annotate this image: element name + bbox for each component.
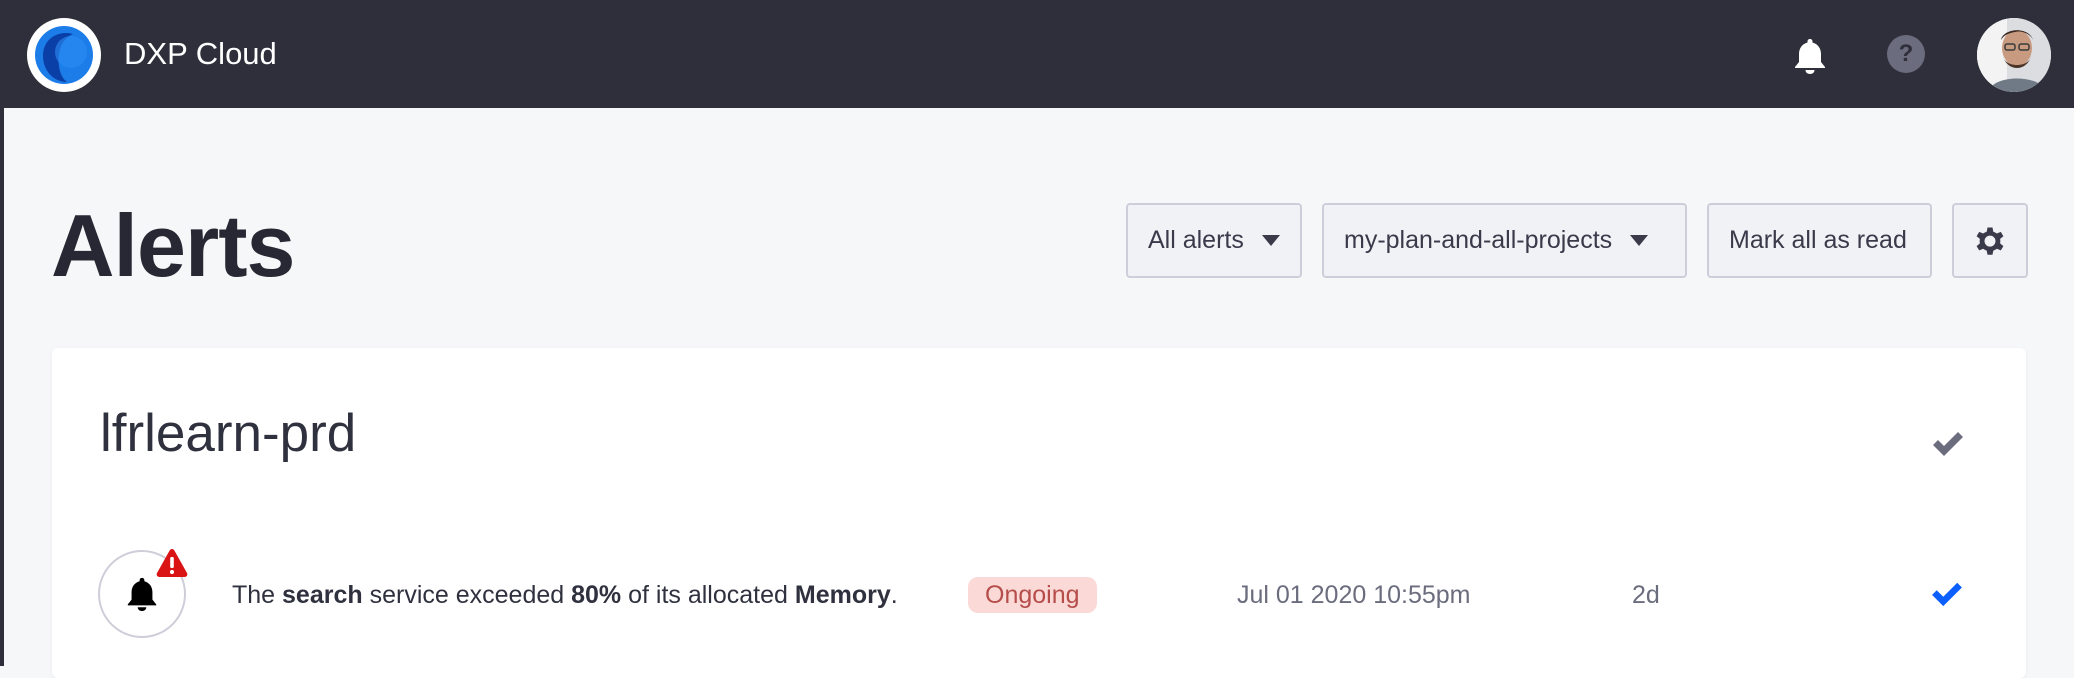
top-navbar: DXP Cloud ? [0,0,2074,108]
bell-icon[interactable] [1792,36,1828,76]
alert-filter-dropdown[interactable]: All alerts [1126,203,1302,278]
project-filter-dropdown[interactable]: my-plan-and-all-projects [1322,203,1687,278]
mark-alert-read-check-icon[interactable] [1930,580,1964,608]
alert-text-prefix: The [232,581,283,609]
app-title[interactable]: DXP Cloud [124,34,277,74]
alert-service-name: search [282,581,363,609]
warning-triangle-icon [156,549,188,577]
bell-icon [127,577,157,612]
alert-filter-label: All alerts [1148,226,1244,254]
alert-timestamp: Jul 01 2020 10:55pm [1237,581,1471,609]
page-title: Alerts [51,196,295,295]
project-name: lfrlearn-prd [100,404,357,463]
status-badge: Ongoing [968,577,1097,613]
mark-all-read-label: Mark all as read [1729,226,1907,254]
project-alerts-card: lfrlearn-prd The search service exceeded… [52,348,2026,678]
caret-down-icon [1630,235,1649,246]
caret-down-icon [1261,235,1280,246]
alert-message: The search service exceeded 80% of its a… [232,578,898,612]
alert-age: 2d [1632,581,1660,609]
alert-text-mid2: of its allocated [621,581,795,609]
project-filter-label: my-plan-and-all-projects [1344,226,1613,254]
mark-all-read-button[interactable]: Mark all as read [1707,203,1932,278]
alert-resource: Memory [794,581,891,609]
alert-text-mid: service exceeded [362,581,572,609]
gear-icon [1976,227,2004,255]
alert-text-suffix: . [890,581,898,609]
help-label: ? [1898,40,1914,67]
user-avatar[interactable] [1977,18,2051,92]
help-icon[interactable]: ? [1887,35,1925,73]
dxp-cloud-logo-icon[interactable] [27,18,101,92]
mark-group-read-check-icon[interactable] [1930,428,1966,460]
settings-button[interactable] [1952,203,2028,278]
alert-percent: 80% [571,581,622,609]
left-edge-bar [0,108,4,666]
